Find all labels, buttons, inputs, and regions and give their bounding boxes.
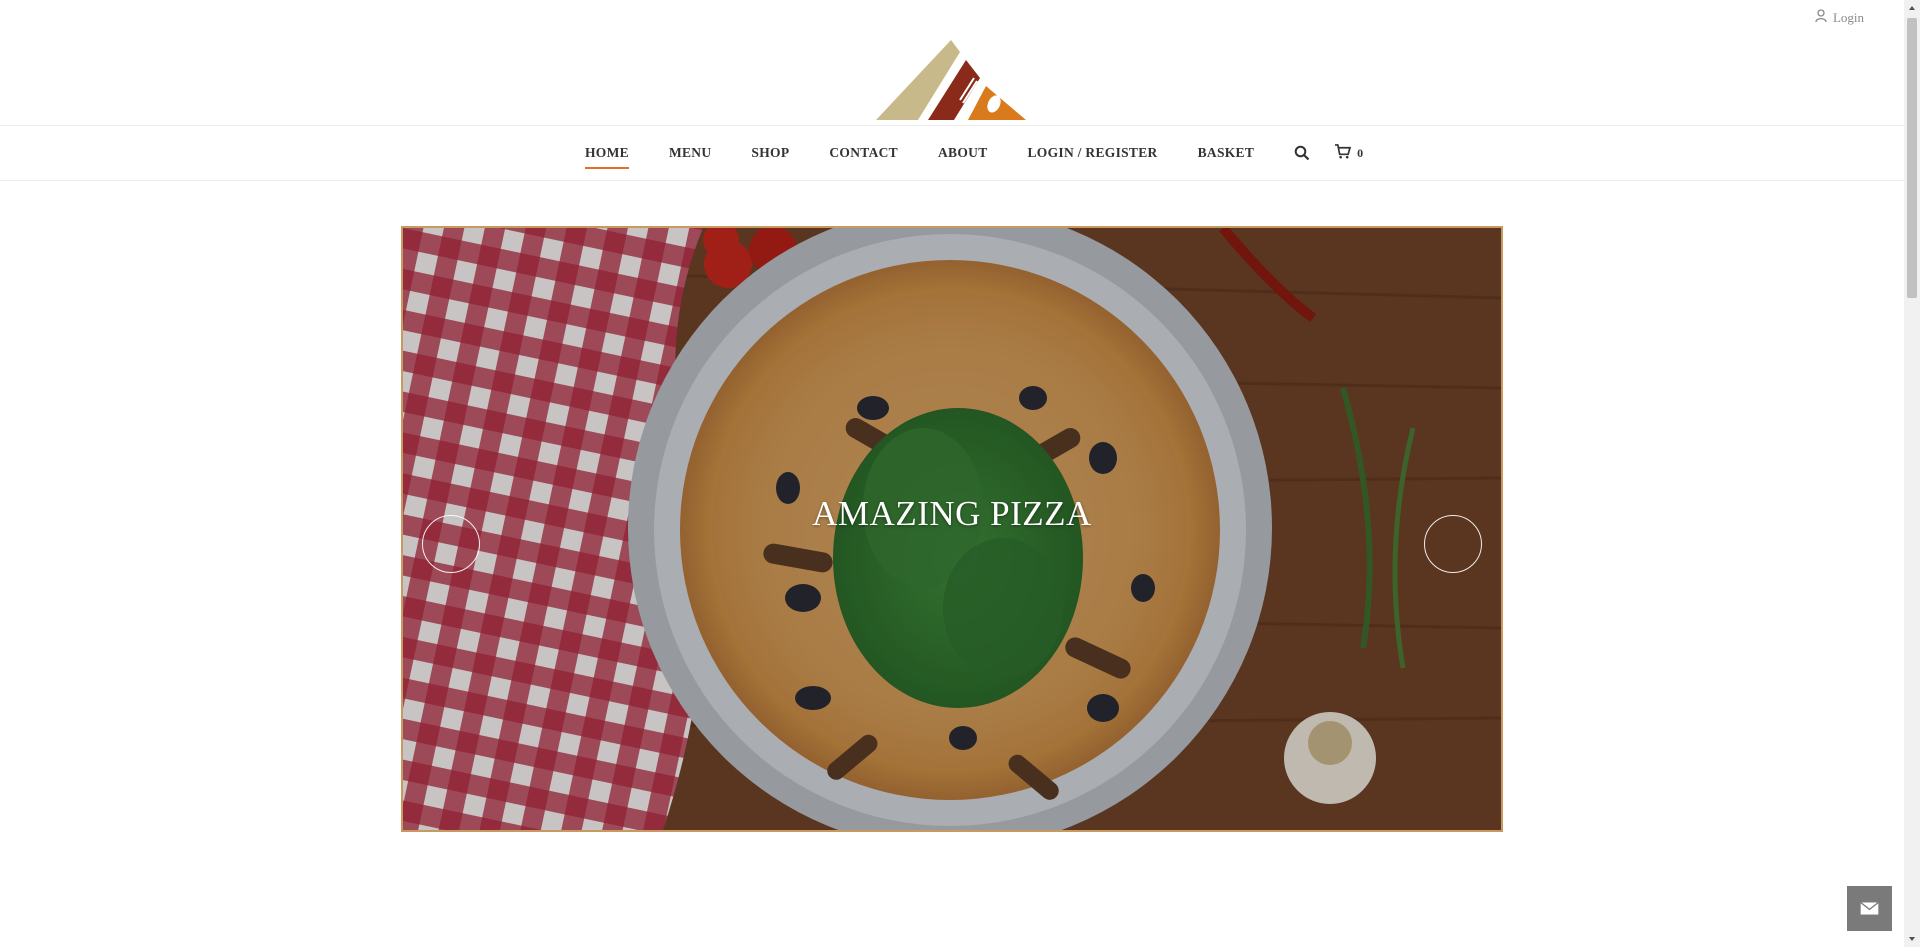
nav-menu[interactable]: MENU bbox=[669, 145, 711, 161]
top-login-label: Login bbox=[1832, 10, 1864, 25]
prev-arrow-icon[interactable] bbox=[422, 515, 480, 573]
cart-count: 0 bbox=[1357, 145, 1364, 160]
cart-icon bbox=[1334, 143, 1352, 163]
nav-login-register[interactable]: LOGIN / REGISTER bbox=[1028, 145, 1158, 161]
scroll-up-icon[interactable] bbox=[1904, 0, 1920, 16]
next-arrow-icon[interactable] bbox=[1424, 515, 1482, 573]
nav-shop[interactable]: SHOP bbox=[751, 145, 789, 161]
scroll-down-icon[interactable] bbox=[1904, 931, 1920, 947]
page: Login HOME MENU SHOP CONTACT ABOUT LOGIN… bbox=[0, 0, 1904, 947]
restaurant-logo-icon[interactable] bbox=[876, 38, 1026, 122]
page-scrollbar[interactable] bbox=[1904, 0, 1920, 947]
slide-title: AMAZING PIZZA bbox=[812, 494, 1092, 533]
user-icon bbox=[1815, 9, 1827, 27]
hero-slider: AMAZING PIZZA bbox=[401, 226, 1503, 832]
nav-contact[interactable]: CONTACT bbox=[829, 145, 898, 161]
search-icon[interactable] bbox=[1294, 145, 1310, 161]
envelope-icon[interactable] bbox=[1847, 886, 1892, 931]
top-login-link[interactable]: Login bbox=[1815, 9, 1864, 27]
nav-about[interactable]: ABOUT bbox=[938, 145, 988, 161]
nav-basket[interactable]: BASKET bbox=[1198, 145, 1255, 161]
nav-home[interactable]: HOME bbox=[585, 145, 629, 169]
cart-button[interactable]: 0 bbox=[1334, 143, 1364, 163]
scroll-thumb[interactable] bbox=[1907, 18, 1917, 298]
main-navigation: HOME MENU SHOP CONTACT ABOUT LOGIN / REG… bbox=[0, 125, 1904, 181]
